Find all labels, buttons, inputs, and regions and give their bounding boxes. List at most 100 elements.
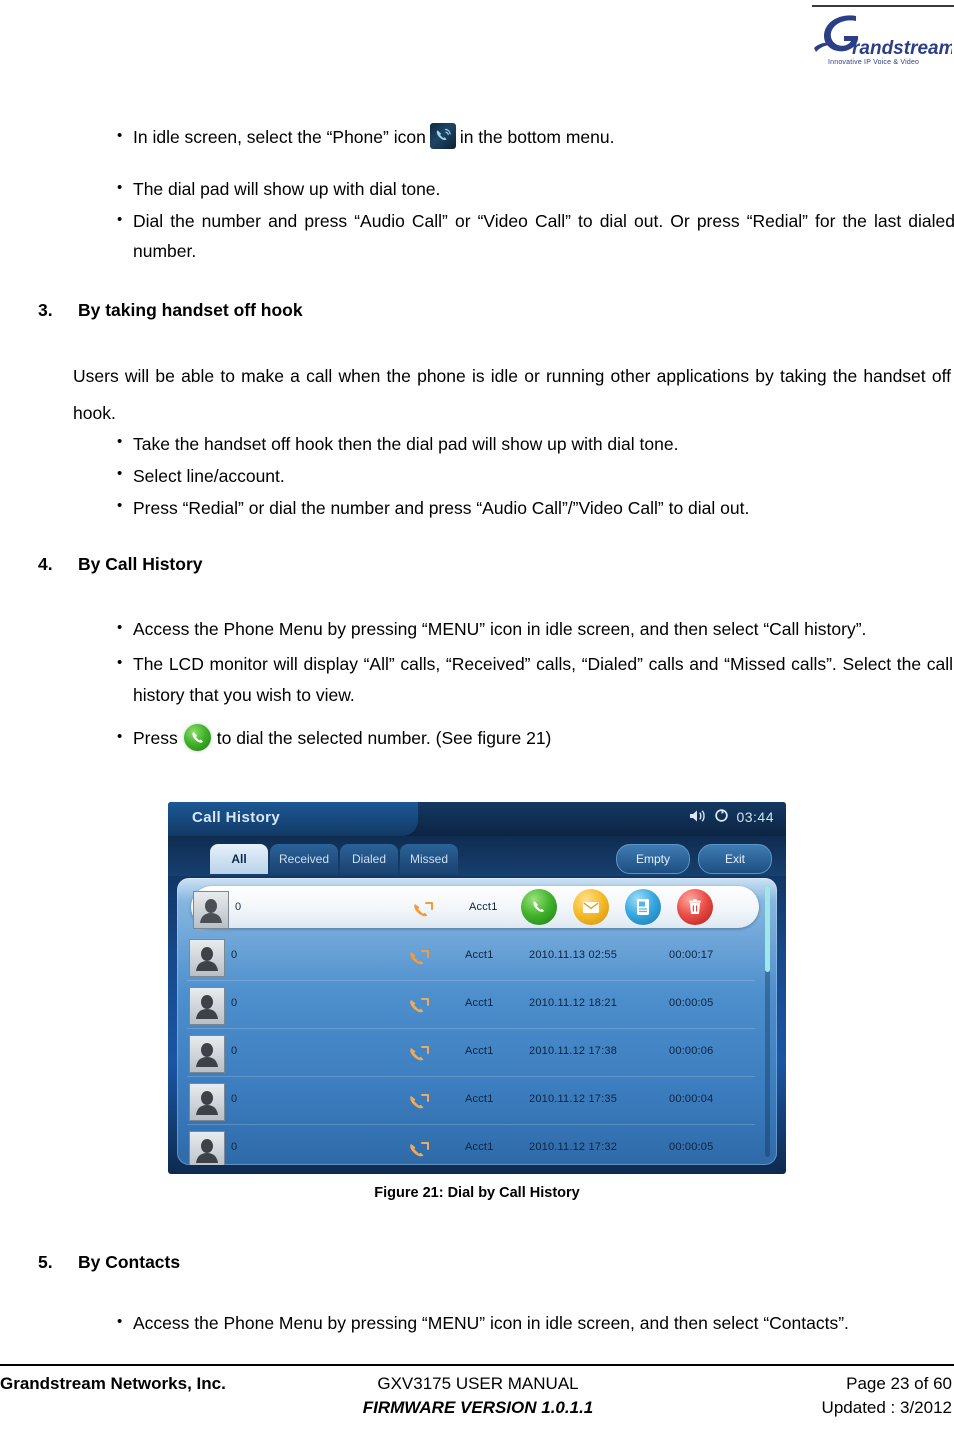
row-datetime: 2010.11.13 02:55 [529, 949, 618, 961]
list-item: In idle screen, select the “Phone” icon i… [115, 121, 954, 152]
heading-number: 3. [38, 300, 53, 320]
row-number: 0 [231, 1045, 238, 1057]
tab-label: Received [278, 852, 330, 866]
heading-section-4: 4. By Call History [38, 552, 738, 576]
footer-manual-title: GXV3175 USER MANUAL [377, 1374, 579, 1393]
row-number: 0 [235, 901, 242, 913]
heading-section-5: 5. By Contacts [38, 1250, 738, 1274]
row-number: 0 [231, 1141, 238, 1153]
avatar [189, 1083, 225, 1121]
tab-label: All [231, 852, 247, 866]
section-3-bullet-group: Take the handset off hook then the dial … [115, 427, 954, 524]
intro-bullet-group: In idle screen, select the “Phone” icon i… [115, 121, 954, 266]
bullet-text: The LCD monitor will display “All” calls… [133, 654, 953, 705]
grandstream-logo: randstream Innovative IP Voice & Video [812, 12, 952, 74]
heading-number: 4. [38, 554, 53, 574]
lcd-title-bar: Call History 03:44 [168, 802, 786, 836]
row-account: Acct1 [465, 1093, 494, 1105]
avatar [189, 939, 225, 977]
heading-section-3: 3. By taking handset off hook [38, 298, 738, 322]
table-row[interactable]: 0 Acct1 2010.11.13 02:55 00:00:17 [187, 934, 755, 981]
bullet-text: Take the handset off hook then the dial … [133, 434, 679, 454]
row-account: Acct1 [465, 997, 494, 1009]
tab-label: Missed [409, 852, 448, 866]
table-row[interactable]: 0 Acct1 2010.11.12 17:38 00:00:06 [187, 1030, 755, 1077]
tab-all[interactable]: All [210, 844, 268, 874]
logo-tagline: Innovative IP Voice & Video [828, 59, 920, 66]
add-contact-action-icon[interactable] [625, 889, 661, 925]
outgoing-call-icon [407, 993, 431, 1017]
table-row[interactable]: 0 Acct1 2010.11.12 18:21 00:00:05 [187, 982, 755, 1029]
lcd-screen-title: Call History [192, 809, 281, 826]
figure-caption: Figure 21: Dial by Call History [374, 1185, 580, 1201]
call-history-list: 0 Acct1 0 Acct1 2010.11.13 02:55 00:00:1… [177, 878, 777, 1165]
tab-dialed[interactable]: Dialed [340, 844, 398, 874]
list-item: Access the Phone Menu by pressing “MENU”… [115, 613, 953, 645]
delete-action-icon[interactable] [677, 889, 713, 925]
phone-lcd-screen: Call History 03:44 All Received Dialed M… [168, 802, 786, 1174]
svg-text:randstream: randstream [852, 38, 952, 59]
row-account: Acct1 [465, 949, 494, 961]
bullet-text: Select line/account. [133, 466, 285, 486]
row-datetime: 2010.11.12 17:35 [529, 1093, 618, 1105]
lcd-status-area: 03:44 [689, 808, 774, 826]
row-duration: 00:00:05 [669, 997, 714, 1009]
message-action-icon[interactable] [573, 889, 609, 925]
bullet-text: Access the Phone Menu by pressing “MENU”… [133, 1313, 849, 1333]
speaker-icon [689, 809, 707, 826]
avatar [189, 987, 225, 1025]
section-5-bullet-group: Access the Phone Menu by pressing “MENU”… [115, 1307, 954, 1338]
list-item: The dial pad will show up with dial tone… [115, 173, 954, 204]
table-row[interactable]: 0 Acct1 2010.11.12 17:32 00:00:05 [187, 1126, 755, 1165]
empty-button[interactable]: Empty [616, 844, 690, 874]
outgoing-call-icon [407, 1089, 431, 1113]
avatar [189, 1131, 225, 1165]
bullet-text-before: In idle screen, select the “Phone” icon [133, 127, 426, 147]
row-duration: 00:00:06 [669, 1045, 714, 1057]
button-label: Exit [724, 852, 745, 866]
list-item: Select line/account. [115, 459, 954, 492]
list-item: The LCD monitor will display “All” calls… [115, 648, 953, 711]
list-scrollbar-thumb[interactable] [765, 886, 770, 972]
tab-received[interactable]: Received [270, 844, 338, 874]
footer-updated-date: Updated : 3/2012 [821, 1398, 952, 1417]
section-4-bullets: Access the Phone Menu by pressing “MENU”… [115, 613, 953, 754]
row-account: Acct1 [465, 1045, 494, 1057]
section-3-paragraph: Users will be able to make a call when t… [73, 366, 951, 423]
footer-firmware-version: FIRMWARE VERSION 1.0.1.1 [362, 1398, 594, 1417]
row-account: Acct1 [469, 901, 498, 913]
section-5-bullets: Access the Phone Menu by pressing “MENU”… [115, 1307, 954, 1338]
lcd-tab-bar: All Received Dialed Missed Empty Exit [168, 836, 786, 876]
footer-page-number: Page 23 of 60 [846, 1374, 952, 1393]
row-duration: 00:00:04 [669, 1093, 714, 1105]
bullet-text-after: to dial the selected number. (See figure… [216, 728, 552, 748]
tab-missed[interactable]: Missed [400, 844, 458, 874]
row-number: 0 [231, 997, 238, 1009]
sync-icon [714, 808, 729, 826]
list-item: Take the handset off hook then the dial … [115, 427, 954, 460]
footer-company: Grandstream Networks, Inc. [0, 1374, 226, 1393]
row-datetime: 2010.11.12 17:32 [529, 1141, 618, 1153]
table-row[interactable]: 0 Acct1 [191, 886, 759, 929]
avatar [193, 891, 229, 929]
phone-menu-icon [429, 123, 456, 149]
list-item: Press “Redial” or dial the number and pr… [115, 491, 954, 524]
bullet-text: Access the Phone Menu by pressing “MENU”… [133, 619, 867, 639]
section-4-bullet-group: Access the Phone Menu by pressing “MENU”… [115, 613, 953, 754]
heading-title: By Call History [78, 554, 203, 574]
outgoing-call-icon [411, 897, 435, 921]
row-number: 0 [231, 949, 238, 961]
heading-number: 5. [38, 1252, 53, 1272]
dial-action-icon[interactable] [521, 889, 557, 925]
heading-title: By Contacts [78, 1252, 181, 1272]
exit-button[interactable]: Exit [698, 844, 772, 874]
avatar [189, 1035, 225, 1073]
green-dial-icon [183, 724, 211, 751]
list-item: Access the Phone Menu by pressing “MENU”… [115, 1307, 954, 1338]
tab-label: Dialed [351, 852, 387, 866]
bullet-text: Press “Redial” or dial the number and pr… [133, 498, 750, 518]
row-datetime: 2010.11.12 17:38 [529, 1045, 618, 1057]
table-row[interactable]: 0 Acct1 2010.11.12 17:35 00:00:04 [187, 1078, 755, 1125]
header-divider [812, 5, 954, 7]
bullet-text-after: in the bottom menu. [459, 127, 615, 147]
